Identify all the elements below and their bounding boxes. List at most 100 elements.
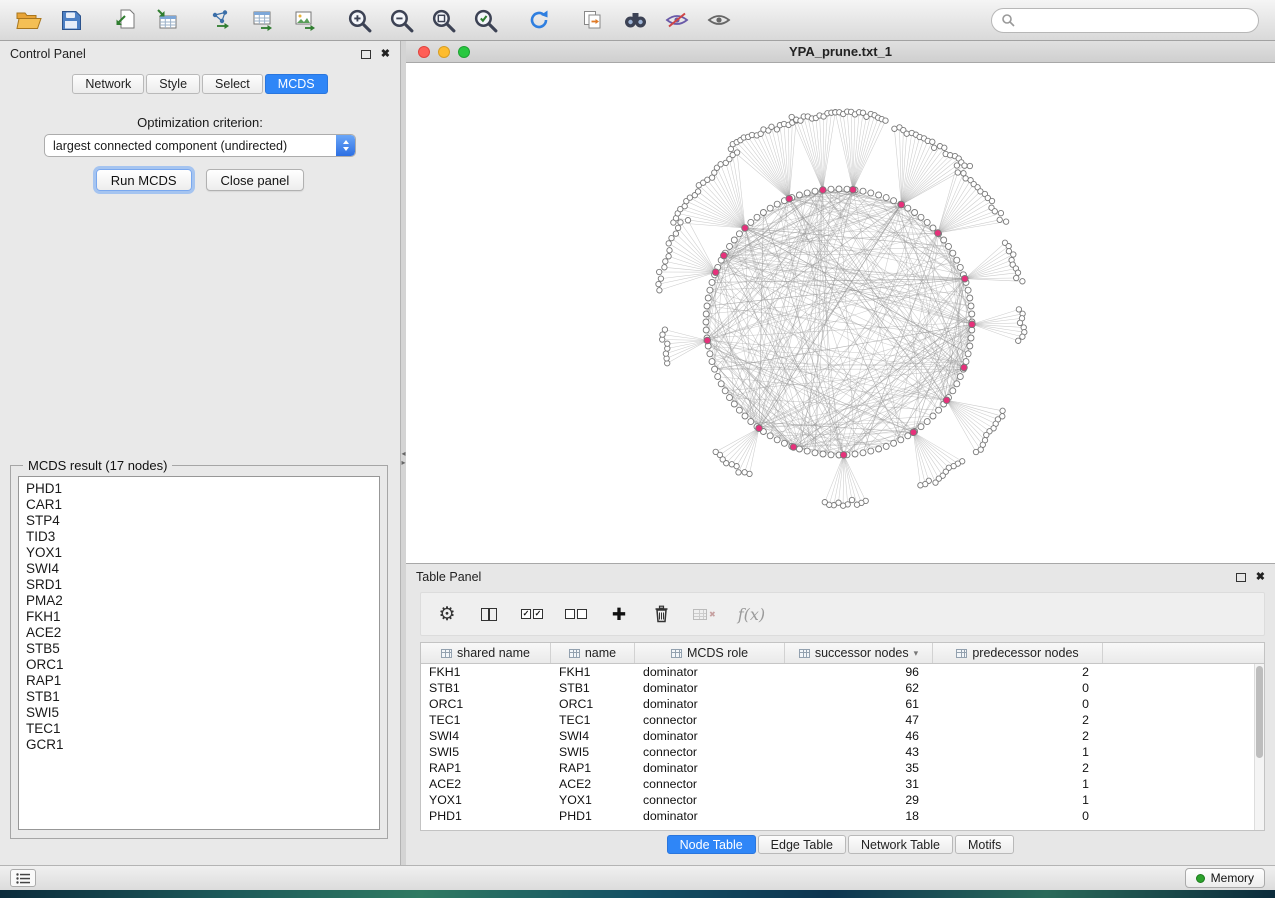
zoom-selected-button[interactable] (464, 2, 506, 38)
mcds-result-item[interactable]: SRD1 (19, 577, 379, 593)
scrollbar-thumb[interactable] (1256, 666, 1263, 758)
zoom-in-button[interactable] (338, 2, 380, 38)
network-graph[interactable] (406, 63, 1275, 563)
tab-edge-table[interactable]: Edge Table (758, 835, 846, 854)
table-cell[interactable]: 31 (785, 777, 933, 791)
export-image-button[interactable] (284, 2, 326, 38)
table-row[interactable]: RAP1RAP1dominator352 (421, 760, 1254, 776)
tab-motifs[interactable]: Motifs (955, 835, 1014, 854)
column-header-successor-nodes[interactable]: successor nodes▾ (785, 643, 933, 663)
export-table-button[interactable] (242, 2, 284, 38)
mcds-result-item[interactable]: TEC1 (19, 721, 379, 737)
table-cell[interactable]: 61 (785, 697, 933, 711)
table-row[interactable]: PHD1PHD1dominator180 (421, 808, 1254, 824)
column-header-shared-name[interactable]: shared name (421, 643, 551, 663)
column-header-mcds-role[interactable]: MCDS role (635, 643, 785, 663)
criterion-select[interactable]: largest connected component (undirected) (44, 134, 356, 157)
hide-selected-button[interactable] (656, 2, 698, 38)
table-cell[interactable]: YOX1 (551, 793, 635, 807)
table-cell[interactable]: FKH1 (421, 665, 551, 679)
table-row[interactable]: ORC1ORC1dominator610 (421, 696, 1254, 712)
mcds-result-item[interactable]: SWI4 (19, 561, 379, 577)
close-panel-button[interactable]: Close panel (206, 169, 305, 191)
mcds-result-list[interactable]: PHD1CAR1STP4TID3YOX1SWI4SRD1PMA2FKH1ACE2… (18, 476, 380, 830)
table-cell[interactable]: dominator (635, 761, 785, 775)
mcds-result-item[interactable]: YOX1 (19, 545, 379, 561)
mcds-result-item[interactable]: CAR1 (19, 497, 379, 513)
close-table-panel-icon[interactable]: ✖ (1256, 572, 1265, 583)
mcds-result-item[interactable]: PHD1 (19, 481, 379, 497)
open-file-button[interactable] (8, 2, 50, 38)
table-cell[interactable]: SWI5 (421, 745, 551, 759)
table-cell[interactable]: STB1 (421, 681, 551, 695)
table-cell[interactable]: 47 (785, 713, 933, 727)
table-cell[interactable]: ORC1 (551, 697, 635, 711)
table-cell[interactable]: FKH1 (551, 665, 635, 679)
table-cell[interactable]: 1 (933, 793, 1103, 807)
table-cell[interactable]: TEC1 (551, 713, 635, 727)
column-header-predecessor-nodes[interactable]: predecessor nodes (933, 643, 1103, 663)
close-panel-icon[interactable]: ✖ (381, 49, 390, 60)
table-cell[interactable]: 0 (933, 681, 1103, 695)
refresh-layout-button[interactable] (518, 2, 560, 38)
tab-mcds[interactable]: MCDS (265, 74, 328, 94)
run-mcds-button[interactable]: Run MCDS (96, 169, 192, 191)
table-cell[interactable]: ORC1 (421, 697, 551, 711)
export-network-button[interactable] (200, 2, 242, 38)
table-cell[interactable]: 0 (933, 697, 1103, 711)
mcds-result-item[interactable]: GCR1 (19, 737, 379, 753)
status-menu-button[interactable] (10, 869, 36, 887)
column-header-name[interactable]: name (551, 643, 635, 663)
table-row[interactable]: SWI5SWI5connector431 (421, 744, 1254, 760)
show-column-icon[interactable] (479, 608, 499, 621)
table-cell[interactable]: STB1 (551, 681, 635, 695)
table-cell[interactable]: SWI5 (551, 745, 635, 759)
table-cell[interactable]: 2 (933, 665, 1103, 679)
mcds-result-item[interactable]: STB1 (19, 689, 379, 705)
table-cell[interactable]: RAP1 (551, 761, 635, 775)
tab-select[interactable]: Select (202, 74, 263, 94)
table-cell[interactable]: TEC1 (421, 713, 551, 727)
table-cell[interactable]: RAP1 (421, 761, 551, 775)
table-cell[interactable]: 96 (785, 665, 933, 679)
memory-button[interactable]: Memory (1185, 868, 1265, 888)
table-cell[interactable]: 29 (785, 793, 933, 807)
search-box[interactable] (991, 8, 1259, 33)
zoom-out-button[interactable] (380, 2, 422, 38)
table-cell[interactable]: 1 (933, 745, 1103, 759)
import-network-file-button[interactable] (104, 2, 146, 38)
tab-node-table[interactable]: Node Table (667, 835, 756, 854)
zoom-fit-button[interactable] (422, 2, 464, 38)
table-cell[interactable]: 46 (785, 729, 933, 743)
mcds-result-item[interactable]: ACE2 (19, 625, 379, 641)
table-cell[interactable]: PHD1 (551, 809, 635, 823)
table-row[interactable]: ACE2ACE2connector311 (421, 776, 1254, 792)
table-cell[interactable]: 18 (785, 809, 933, 823)
table-row[interactable]: STB1STB1dominator620 (421, 680, 1254, 696)
deselect-all-rows-icon[interactable] (565, 609, 587, 619)
table-cell[interactable]: YOX1 (421, 793, 551, 807)
delete-column-icon[interactable] (651, 605, 671, 623)
save-session-button[interactable] (50, 2, 92, 38)
table-cell[interactable]: connector (635, 793, 785, 807)
tab-network-table[interactable]: Network Table (848, 835, 953, 854)
table-cell[interactable]: 0 (933, 809, 1103, 823)
table-row[interactable]: TEC1TEC1connector472 (421, 712, 1254, 728)
tab-style[interactable]: Style (146, 74, 200, 94)
import-table-file-button[interactable] (146, 2, 188, 38)
table-cell[interactable]: dominator (635, 665, 785, 679)
table-cell[interactable]: 2 (933, 761, 1103, 775)
table-cell[interactable]: 62 (785, 681, 933, 695)
table-cell[interactable]: dominator (635, 809, 785, 823)
add-column-icon[interactable]: ✚ (609, 606, 629, 623)
table-scrollbar[interactable] (1254, 664, 1264, 830)
select-all-rows-icon[interactable]: ✓✓ (521, 609, 543, 619)
mcds-result-item[interactable]: SWI5 (19, 705, 379, 721)
mcds-result-item[interactable]: TID3 (19, 529, 379, 545)
mcds-result-item[interactable]: ORC1 (19, 657, 379, 673)
tab-network[interactable]: Network (72, 74, 144, 94)
table-cell[interactable]: connector (635, 713, 785, 727)
function-builder-icon[interactable]: f(x) (738, 605, 765, 624)
table-cell[interactable]: ACE2 (551, 777, 635, 791)
network-canvas[interactable] (406, 63, 1275, 563)
